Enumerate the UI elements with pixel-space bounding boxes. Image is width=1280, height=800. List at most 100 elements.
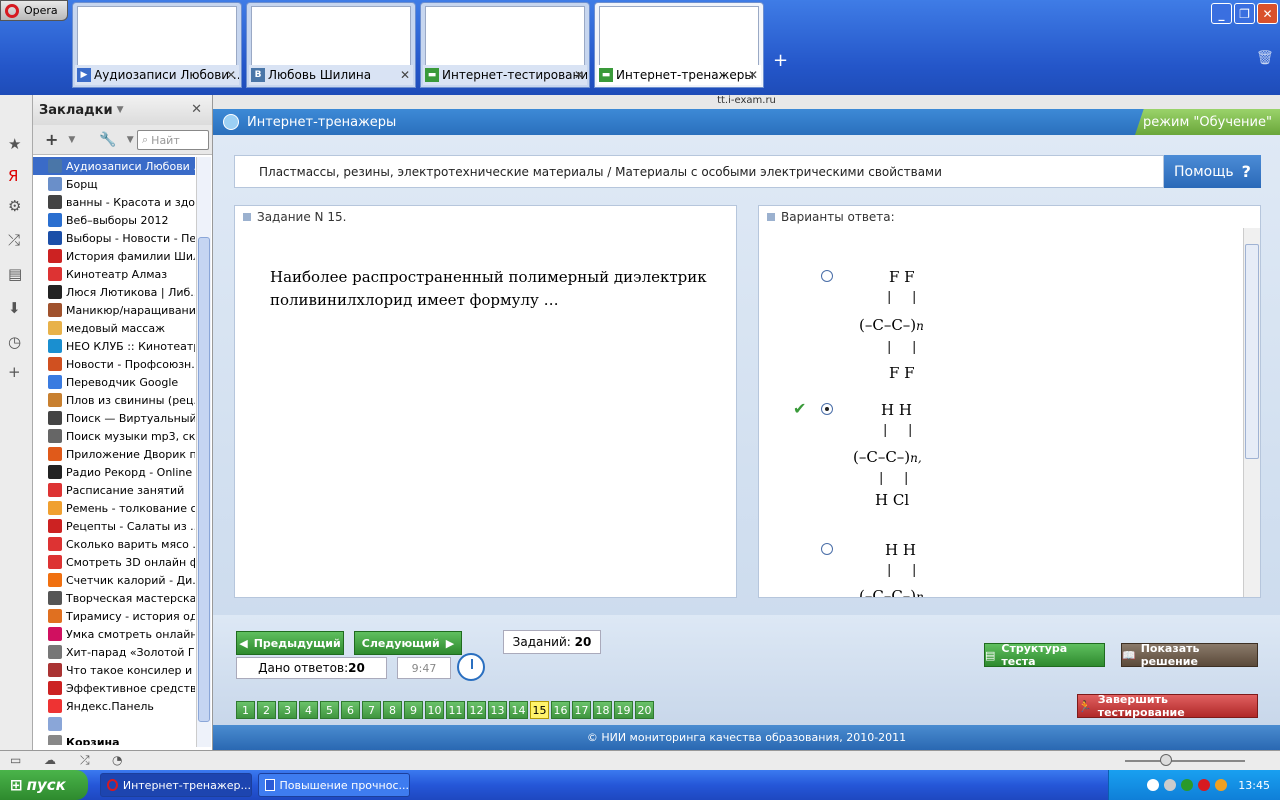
minimize-button[interactable]: _	[1211, 3, 1232, 24]
help-button[interactable]: Помощь?	[1164, 155, 1261, 188]
page-button-12[interactable]: 12	[467, 701, 486, 719]
page-button-15[interactable]: 15	[530, 701, 549, 719]
notes-icon[interactable]: ▤	[8, 265, 22, 283]
start-button[interactable]: ⊞ пуск	[0, 770, 88, 800]
bookmark-item[interactable]: Переводчик Google	[33, 373, 195, 391]
page-button-2[interactable]: 2	[257, 701, 276, 719]
bookmarks-title[interactable]: Закладки	[39, 103, 113, 118]
gear-icon[interactable]: ⚙	[8, 197, 21, 215]
finish-test-button[interactable]: 🏃 Завершить тестирование	[1077, 693, 1258, 719]
bookmark-item[interactable]: Рецепты - Салаты из ...	[33, 517, 195, 535]
tray-icon[interactable]	[1215, 779, 1228, 791]
wrench-icon[interactable]: 🔧	[99, 132, 116, 148]
bookmark-item[interactable]: Маникюр/наращивани...	[33, 301, 195, 319]
bookmark-item[interactable]: Выборы - Новости - Пе...	[33, 229, 195, 247]
page-button-1[interactable]: 1	[236, 701, 255, 719]
close-icon[interactable]: ✕	[748, 68, 758, 82]
bookmark-item[interactable]: Хит-парад «Золотой Г...	[33, 643, 195, 661]
bookmark-item[interactable]: Смотреть 3D онлайн ф...	[33, 553, 195, 571]
page-button-7[interactable]: 7	[362, 701, 381, 719]
bookmark-item[interactable]: Люся Лютикова | Либ...	[33, 283, 195, 301]
tab-profile[interactable]: B Любовь Шилина ✕	[246, 2, 416, 88]
bookmark-item[interactable]: Борщ	[33, 175, 195, 193]
unite-icon[interactable]: ⤮	[80, 753, 90, 768]
tray-icon[interactable]	[1147, 779, 1160, 791]
scrollbar-thumb[interactable]	[1245, 244, 1259, 459]
previous-button[interactable]: ◀ Предыдущий	[236, 631, 344, 655]
bookmark-item[interactable]: медовый массаж	[33, 319, 195, 337]
bookmark-item[interactable]: Творческая мастерска...	[33, 589, 195, 607]
add-bookmark-icon[interactable]: +	[45, 130, 58, 149]
tab-audio[interactable]: ▶ Аудиозаписи Любови ... ✕	[72, 2, 242, 88]
bookmarks-star-icon[interactable]: ★	[8, 135, 21, 153]
bookmark-item[interactable]: Сколько варить мясо ...	[33, 535, 195, 553]
bookmark-item[interactable]: Кинотеатр Алмаз	[33, 265, 195, 283]
page-button-3[interactable]: 3	[278, 701, 297, 719]
zoom-slider-handle[interactable]	[1160, 754, 1172, 766]
close-window-button[interactable]: ✕	[1257, 3, 1278, 24]
page-button-8[interactable]: 8	[383, 701, 402, 719]
bookmark-item[interactable]: Веб–выборы 2012	[33, 211, 195, 229]
share-icon[interactable]: ⤮	[8, 231, 20, 249]
bookmark-item[interactable]: НЕО КЛУБ :: Кинотеатр	[33, 337, 195, 355]
taskbar-item-opera[interactable]: Интернет-тренажер...	[100, 773, 252, 797]
bookmarks-scrollbar[interactable]	[196, 157, 211, 747]
bookmark-item[interactable]: Расписание занятий	[33, 481, 195, 499]
bookmark-item[interactable]: Что такое консилер и ...	[33, 661, 195, 679]
zoom-slider[interactable]	[1125, 760, 1245, 762]
answers-scrollbar[interactable]	[1243, 228, 1260, 597]
page-button-9[interactable]: 9	[404, 701, 423, 719]
page-button-13[interactable]: 13	[488, 701, 507, 719]
page-button-20[interactable]: 20	[635, 701, 654, 719]
close-icon[interactable]: ✕	[400, 68, 410, 82]
bookmark-item[interactable]: Умка смотреть онлайн...	[33, 625, 195, 643]
page-button-16[interactable]: 16	[551, 701, 570, 719]
bookmark-item[interactable]: Приложение Дворик п...	[33, 445, 195, 463]
close-icon[interactable]: ✕	[574, 68, 584, 82]
bookmark-item[interactable]: Радио Рекорд - Online ...	[33, 463, 195, 481]
bookmark-item[interactable]: Корзина	[33, 733, 195, 745]
download-icon[interactable]: ⬇	[8, 299, 21, 317]
show-solution-button[interactable]: 📖 Показать решение	[1121, 642, 1258, 668]
maximize-button[interactable]: ❐	[1234, 3, 1255, 24]
bookmark-item[interactable]: Аудиозаписи Любови ...	[33, 157, 195, 175]
bookmark-item[interactable]: Ремень - толкование с...	[33, 499, 195, 517]
bookmark-item[interactable]: Поиск — Виртуальный...	[33, 409, 195, 427]
page-button-19[interactable]: 19	[614, 701, 633, 719]
bookmark-item[interactable]: Поиск музыки mp3, ск...	[33, 427, 195, 445]
turbo-icon[interactable]: ◔	[112, 753, 122, 767]
page-button-17[interactable]: 17	[572, 701, 591, 719]
bookmark-item[interactable]: История фамилии Шил...	[33, 247, 195, 265]
bookmark-item[interactable]: ванны - Красота и здо...	[33, 193, 195, 211]
bookmark-item[interactable]: Эффективное средств...	[33, 679, 195, 697]
page-button-10[interactable]: 10	[425, 701, 444, 719]
tray-icon[interactable]	[1181, 779, 1194, 791]
cloud-icon[interactable]: ☁	[44, 753, 56, 767]
close-icon[interactable]: ✕	[226, 68, 236, 82]
bookmark-item[interactable]	[33, 715, 195, 733]
bookmark-item[interactable]: Яндекс.Панель	[33, 697, 195, 715]
trash-icon[interactable]: 🗑	[1256, 50, 1274, 66]
add-panel-icon[interactable]: +	[8, 363, 21, 381]
tray-icon[interactable]	[1198, 779, 1211, 791]
answer-radio[interactable]	[821, 270, 833, 282]
bookmarks-search-input[interactable]: ⌕ Найт	[137, 130, 209, 150]
bookmark-item[interactable]: Счетчик калорий - Ди...	[33, 571, 195, 589]
page-button-11[interactable]: 11	[446, 701, 465, 719]
scrollbar-thumb[interactable]	[198, 237, 210, 722]
new-tab-icon[interactable]: +	[773, 50, 788, 71]
page-button-6[interactable]: 6	[341, 701, 360, 719]
tab-internet-trainers[interactable]: ▬ Интернет-тренажеры ✕	[594, 2, 764, 88]
answer-radio[interactable]	[821, 543, 833, 555]
page-button-4[interactable]: 4	[299, 701, 318, 719]
test-structure-button[interactable]: ▤ Структура теста	[984, 642, 1105, 668]
tab-internet-testing[interactable]: ▬ Интернет-тестирование ✕	[420, 2, 590, 88]
page-button-14[interactable]: 14	[509, 701, 528, 719]
yandex-icon[interactable]: Я	[8, 167, 18, 185]
tray-icon[interactable]	[1164, 779, 1177, 791]
history-icon[interactable]: ◷	[8, 333, 21, 351]
address-bar[interactable]: tt.i-exam.ru	[213, 95, 1280, 109]
answer-radio[interactable]	[821, 403, 833, 415]
close-icon[interactable]: ✕	[191, 102, 202, 117]
panel-toggle-icon[interactable]: ▭	[10, 753, 21, 767]
